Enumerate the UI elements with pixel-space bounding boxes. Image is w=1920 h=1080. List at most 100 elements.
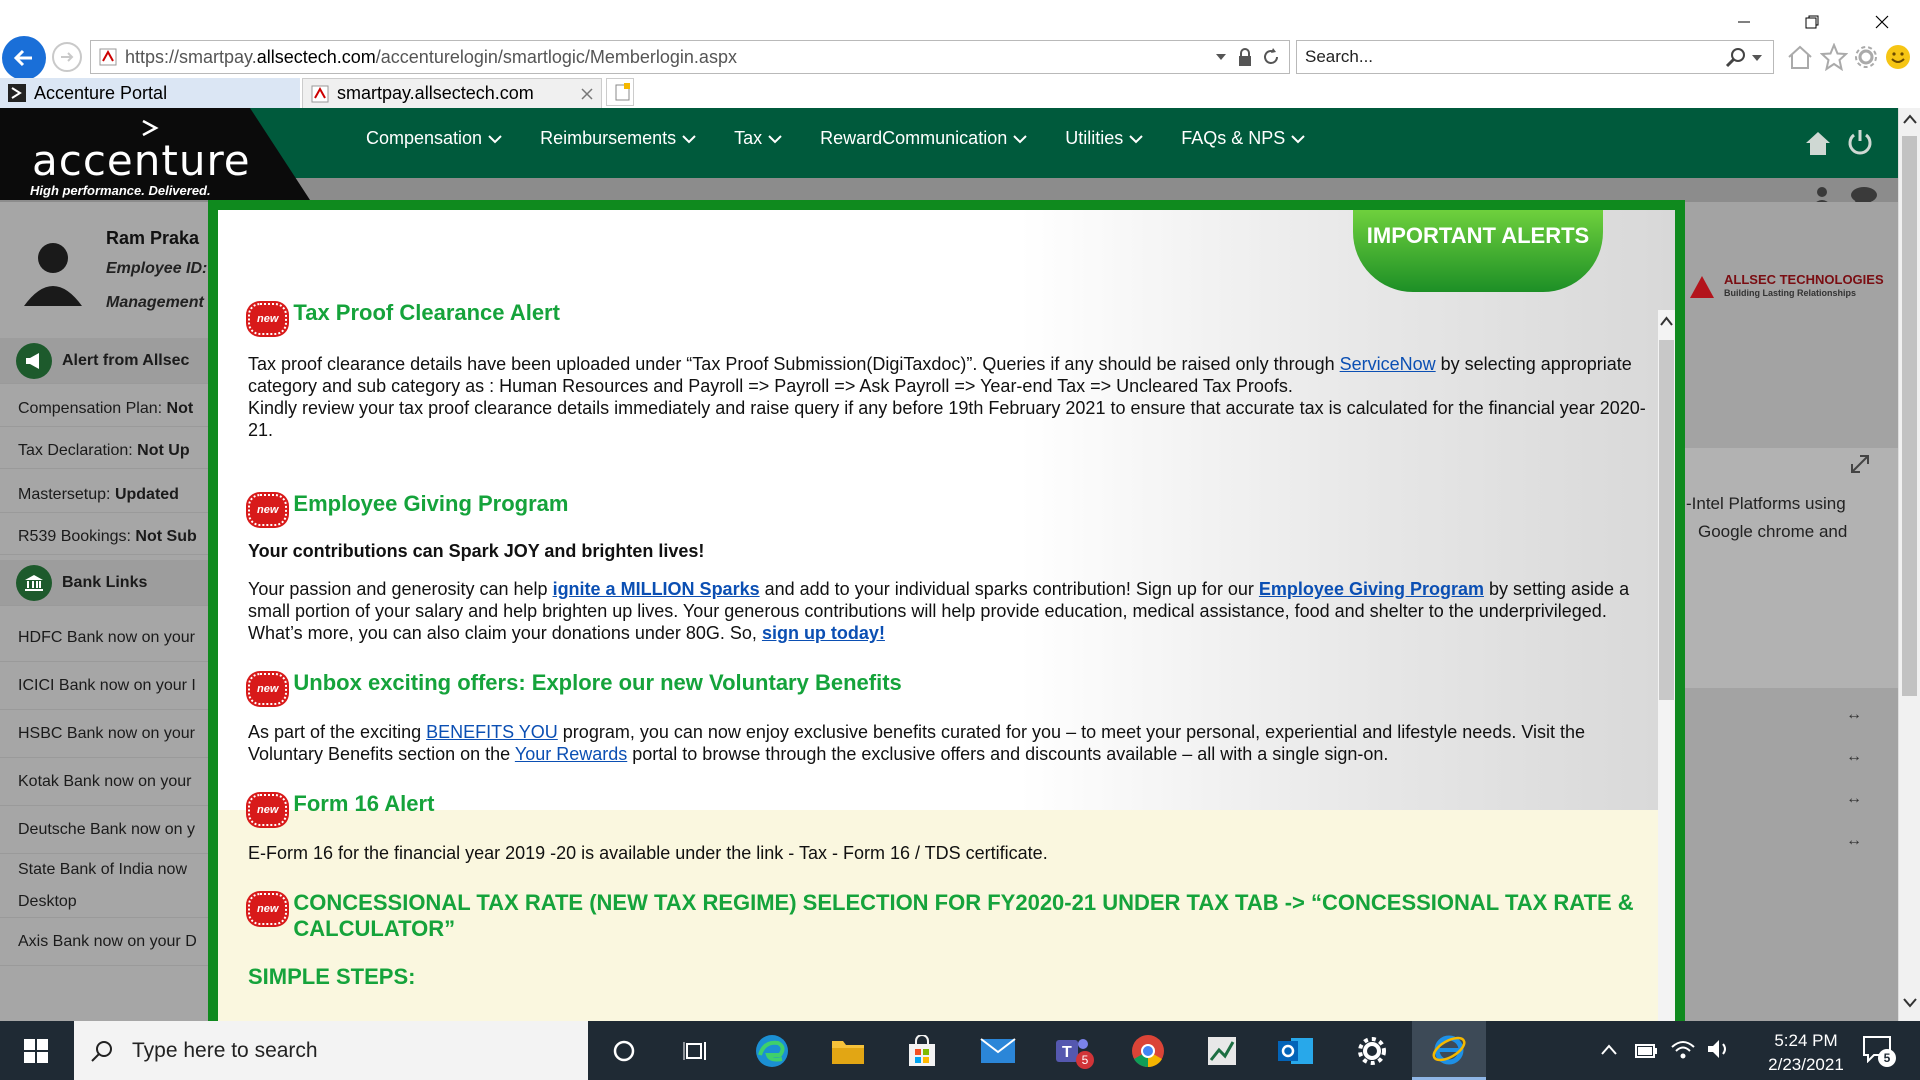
status-mastersetup[interactable]: Mastersetup: Updated [0,478,215,513]
expand-row-icon[interactable]: ↔ [1846,790,1862,808]
edge-app[interactable] [752,1031,792,1071]
status-compensation-plan[interactable]: Compensation Plan: Not [0,392,215,427]
expand-row-icon[interactable]: ↔ [1846,832,1862,850]
feedback-smiley-icon[interactable] [1884,43,1912,71]
browser-search-box[interactable] [1296,40,1774,74]
megaphone-icon [16,342,52,379]
status-tax-declaration[interactable]: Tax Declaration: Not Up [0,434,215,469]
expand-row-icon[interactable]: ↔ [1846,706,1862,724]
taskbar-search-input[interactable] [132,1038,532,1063]
teams-app[interactable]: T 5 [1052,1031,1094,1071]
browser-search-input[interactable] [1305,46,1685,68]
logout-power-icon[interactable] [1846,128,1874,156]
home-icon[interactable] [1786,44,1814,70]
folder-icon [832,1041,864,1064]
outlook-app[interactable] [1276,1031,1316,1071]
bank-header-label: Bank Links [62,573,148,591]
nav-faqs-nps[interactable]: FAQs & NPS [1181,128,1305,149]
chevron-up-icon[interactable] [1600,1043,1618,1057]
bank-link-hsbc[interactable]: HSBC Bank now on your [0,710,215,758]
sign-up-today-link[interactable]: sign up today! [762,623,885,643]
status-r539-bookings[interactable]: R539 Bookings: Not Sub [0,520,215,555]
arrow-right-icon [61,52,74,62]
nav-tax[interactable]: Tax [734,128,782,149]
new-badge-icon: new [248,303,288,335]
close-window-button[interactable] [1860,6,1904,38]
employee-giving-link[interactable]: Employee Giving Program [1259,579,1484,599]
minimize-icon [1738,21,1750,23]
forward-button[interactable] [52,42,82,72]
cortana-button[interactable] [604,1031,644,1071]
expand-icon[interactable] [1850,454,1870,474]
nav-utilities[interactable]: Utilities [1065,128,1143,149]
scroll-up-icon[interactable] [1659,314,1674,328]
benefits-you-link[interactable]: BENEFITS YOU [426,722,558,742]
chevron-down-icon[interactable] [1751,53,1763,63]
chevron-down-icon[interactable] [1215,52,1227,62]
task-view-button[interactable] [676,1031,716,1071]
nav-reimbursements[interactable]: Reimbursements [540,128,696,149]
file-explorer-app[interactable] [828,1031,868,1071]
modal-scroll-thumb[interactable] [1659,340,1674,700]
servicenow-link[interactable]: ServiceNow [1340,354,1436,374]
site-favicon-icon [311,85,329,102]
lock-icon[interactable] [1237,47,1253,67]
settings-app[interactable] [1352,1031,1392,1071]
volume-icon[interactable] [1706,1037,1732,1061]
bank-link-kotak[interactable]: Kotak Bank now on your [0,758,215,806]
store-app[interactable] [902,1031,942,1071]
windows-taskbar: T 5 5:24 PM 2/23/2021 5 [0,1021,1920,1080]
scroll-down-icon[interactable] [1902,996,1918,1010]
action-center-button[interactable]: 5 [1862,1035,1898,1069]
clock[interactable]: 5:24 PM 2/23/2021 [1756,1029,1856,1077]
mail-app[interactable] [978,1031,1018,1071]
section-title-employee-giving: new Employee Giving Program [248,491,1648,526]
bank-link-hdfc[interactable]: HDFC Bank now on your [0,614,215,662]
battery-icon[interactable] [1634,1039,1660,1061]
settings-gear-icon[interactable] [1852,43,1880,71]
search-icon[interactable] [1725,47,1747,69]
windows-logo-icon [24,1038,48,1063]
back-button[interactable] [2,36,46,80]
close-icon [1875,15,1889,29]
alert-from-allsec-header[interactable]: Alert from Allsec [0,338,215,384]
refresh-icon[interactable] [1261,47,1281,67]
alert-header-label: Alert from Allsec [62,351,190,369]
internet-explorer-app[interactable] [1412,1021,1486,1080]
tab-label: Accenture Portal [34,82,168,103]
ignite-sparks-link[interactable]: ignite a MILLION Sparks [553,579,760,599]
minimize-button[interactable] [1722,6,1766,38]
taskbar-search[interactable] [74,1021,588,1080]
restore-button[interactable] [1790,6,1834,38]
nav-compensation[interactable]: Compensation [366,128,502,149]
your-rewards-link[interactable]: Your Rewards [515,744,627,764]
bank-link-deutsche[interactable]: Deutsche Bank now on y [0,806,215,854]
scroll-up-icon[interactable] [1902,112,1918,126]
bank-link-axis[interactable]: Axis Bank now on your D [0,918,215,966]
nav-reward-communication[interactable]: RewardCommunication [820,128,1027,149]
bank-link-sbi[interactable]: State Bank of India now Desktop [0,854,215,918]
start-button[interactable] [0,1021,72,1080]
new-tab-button[interactable] [606,78,634,106]
tab-accenture-portal[interactable]: Accenture Portal [0,78,300,108]
wifi-icon[interactable] [1670,1037,1696,1061]
user-name: Ram Praka [106,228,200,248]
chevron-down-icon [1013,134,1027,143]
main-nav: Compensation Reimbursements Tax RewardCo… [366,128,1343,149]
chrome-app[interactable] [1128,1031,1168,1071]
home-icon[interactable] [1804,130,1832,156]
right-info-line-2: Google chrome and [1698,522,1848,541]
address-bar[interactable]: https://smartpay.allsectech.com/accentur… [90,40,1290,74]
page-scroll-thumb[interactable] [1902,136,1917,696]
favorites-star-icon[interactable] [1820,43,1848,71]
excel-app[interactable] [1202,1031,1242,1071]
bank-link-icici[interactable]: ICICI Bank now on your I [0,662,215,710]
close-tab-icon[interactable] [581,88,593,100]
new-badge-icon: new [248,673,288,705]
bank-links-header[interactable]: Bank Links [0,560,215,606]
allsec-mark-icon [1690,276,1714,298]
tab-smartpay[interactable]: smartpay.allsectech.com [302,78,602,108]
page-scrollbar[interactable] [1898,108,1920,1021]
allsec-name: ALLSEC TECHNOLOGIES [1724,272,1884,287]
expand-row-icon[interactable]: ↔ [1846,748,1862,766]
